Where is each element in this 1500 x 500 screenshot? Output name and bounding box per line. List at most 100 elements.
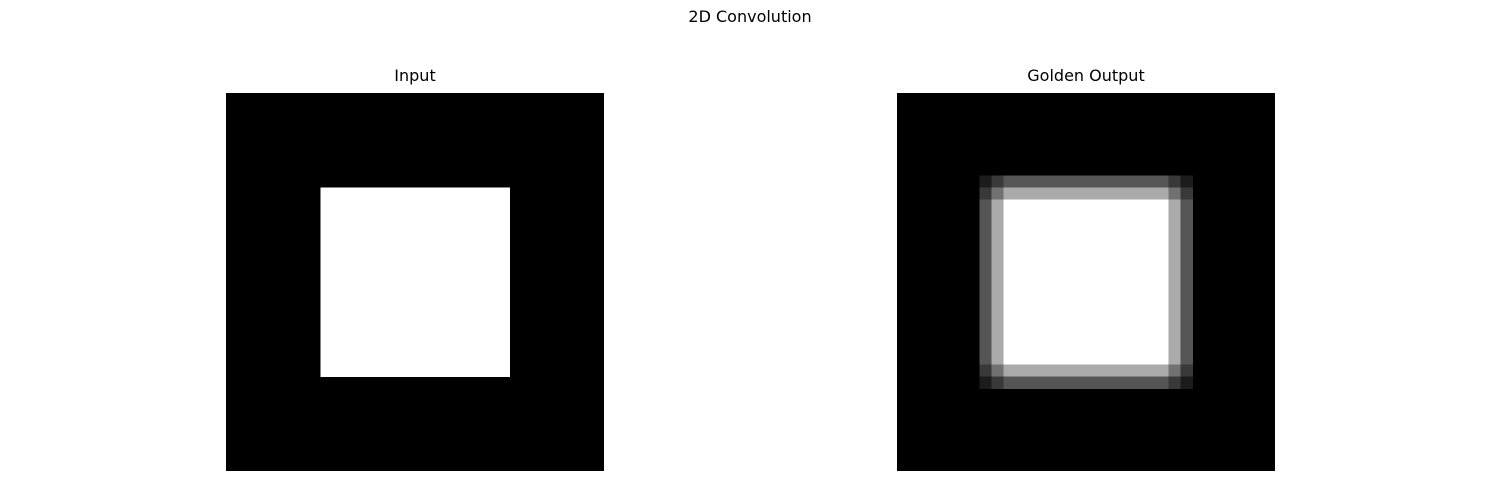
heatmap-cell [1003, 222, 1016, 236]
heatmap-cell [1038, 341, 1052, 354]
heatmap-cell [1074, 329, 1087, 342]
heatmap-cell [462, 222, 475, 236]
heatmap-cell [497, 246, 511, 259]
heatmap-cell [979, 199, 993, 212]
heatmap-cell [438, 341, 451, 354]
heatmap-cell [474, 258, 487, 271]
heatmap-cell [991, 222, 1004, 236]
heatmap-cell [497, 211, 511, 224]
heatmap-cell [1062, 199, 1075, 212]
heatmap-cell [1156, 282, 1170, 295]
heatmap-cell [1109, 317, 1122, 330]
heatmap-cell [426, 329, 440, 342]
heatmap-cell [1050, 282, 1063, 295]
heatmap-cell [1062, 175, 1075, 189]
heatmap-cell [1086, 258, 1099, 271]
heatmap-cell [1015, 246, 1028, 259]
heatmap-cell [450, 282, 463, 295]
heatmap-cell [1062, 305, 1075, 318]
heatmap-cell [1109, 211, 1122, 224]
input-panel: Input [226, 66, 604, 471]
heatmap-cell [1133, 211, 1146, 224]
heatmap-cell [1050, 246, 1063, 259]
heatmap-cell [991, 317, 1004, 330]
heatmap-cell [1003, 329, 1016, 342]
heatmap-cell [474, 364, 487, 378]
heatmap-cell [1015, 270, 1028, 283]
heatmap-cell [1168, 305, 1182, 318]
heatmap-cell [474, 317, 487, 330]
heatmap-cell [1026, 352, 1040, 366]
heatmap-cell [979, 175, 993, 189]
heatmap-cell [1168, 175, 1182, 189]
heatmap-cell [1168, 234, 1182, 248]
heatmap-cell [438, 246, 451, 259]
heatmap-cell [474, 270, 487, 283]
heatmap-cell [1156, 175, 1170, 189]
heatmap-cell [426, 341, 440, 354]
heatmap-cell [1003, 305, 1016, 318]
heatmap-cell [1062, 317, 1075, 330]
heatmap-cell [1145, 282, 1158, 295]
heatmap-cell [1109, 305, 1122, 318]
heatmap-cell [1074, 282, 1087, 295]
heatmap-cell [344, 329, 357, 342]
heatmap-cell [320, 270, 333, 283]
heatmap-cell [379, 352, 392, 366]
heatmap-cell [344, 341, 357, 354]
heatmap-cell [320, 234, 333, 248]
heatmap-cell [991, 199, 1004, 212]
heatmap-cell [1180, 234, 1193, 248]
heatmap-cell [1062, 364, 1075, 378]
heatmap-cell [1133, 222, 1146, 236]
heatmap-cell [1038, 270, 1052, 283]
heatmap-cell [1121, 282, 1134, 295]
heatmap-cell [367, 293, 381, 307]
heatmap-cell [438, 199, 451, 212]
heatmap-cell [426, 305, 440, 318]
heatmap-cell [1145, 199, 1158, 212]
heatmap-cell [1062, 376, 1075, 389]
output-panel-title: Golden Output [1027, 66, 1145, 85]
heatmap-cell [1074, 352, 1087, 366]
heatmap-cell [474, 246, 487, 259]
heatmap-cell [415, 352, 428, 366]
heatmap-cell [485, 341, 499, 354]
heatmap-cell [1180, 376, 1193, 389]
heatmap-cell [391, 329, 404, 342]
heatmap-cell [1145, 222, 1158, 236]
heatmap-cell [1074, 211, 1087, 224]
heatmap-cell [426, 293, 440, 307]
heatmap-cell [1097, 305, 1111, 318]
heatmap-cell [1168, 317, 1182, 330]
heatmap-cell [344, 258, 357, 271]
heatmap-cell [320, 329, 333, 342]
heatmap-cell [320, 317, 333, 330]
heatmap-cell [1180, 293, 1193, 307]
heatmap-cell [332, 282, 345, 295]
heatmap-cell [1026, 211, 1040, 224]
heatmap-cell [462, 187, 475, 200]
heatmap-cell [1038, 258, 1052, 271]
heatmap-cell [497, 364, 511, 378]
heatmap-cell [450, 246, 463, 259]
heatmap-cell [320, 293, 333, 307]
heatmap-cell [379, 199, 392, 212]
heatmap-cell [1180, 222, 1193, 236]
heatmap-cell [462, 199, 475, 212]
heatmap-cell [1026, 258, 1040, 271]
heatmap-cell [1133, 175, 1146, 189]
heatmap-cell [415, 270, 428, 283]
heatmap-cell [450, 364, 463, 378]
heatmap-cell [1097, 222, 1111, 236]
heatmap-cell [1026, 305, 1040, 318]
heatmap-cell [367, 222, 381, 236]
heatmap-cell [1145, 258, 1158, 271]
heatmap-cell [379, 364, 392, 378]
heatmap-cell [332, 270, 345, 283]
heatmap-cell [991, 305, 1004, 318]
heatmap-cell [1026, 175, 1040, 189]
heatmap-cell [485, 329, 499, 342]
heatmap-cell [1168, 282, 1182, 295]
heatmap-cell [1097, 352, 1111, 366]
